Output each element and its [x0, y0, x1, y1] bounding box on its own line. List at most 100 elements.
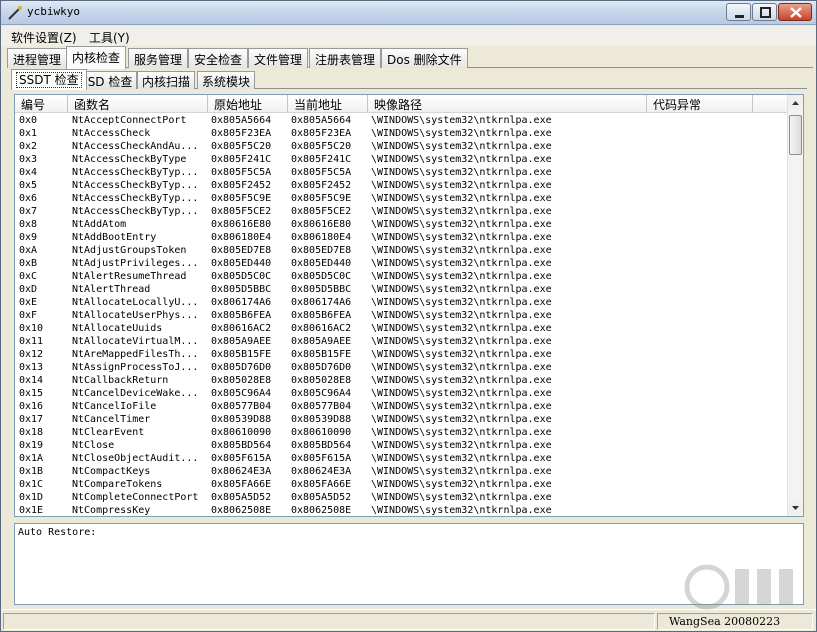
table-row[interactable]: 0xE NtAllocateLocallyU... 0x806174A6 0x8061…: [15, 296, 787, 309]
column-header-function[interactable]: 函数名: [68, 95, 208, 113]
table-row[interactable]: 0x1 NtAccessCheck 0x805F23EA 0x805F23EA \WIN…: [15, 127, 787, 140]
tab-security-check[interactable]: 安全检查: [188, 48, 249, 68]
cell-image-path: \WINDOWS\system32\ntkrnlpa.exe: [371, 414, 552, 425]
table-row[interactable]: 0x18 NtClearEvent 0x80610090 0x80610090 \WIN…: [15, 426, 787, 439]
cell-index: 0x13: [19, 362, 44, 373]
table-row[interactable]: 0x5 NtAccessCheckByTyp... 0x805F2452 0x805F…: [15, 179, 787, 192]
cell-original-address: 0x805F5CE2: [211, 206, 272, 217]
tab-process-manager[interactable]: 进程管理: [7, 48, 68, 68]
cell-original-address: 0x805A5D52: [211, 492, 272, 503]
table-row[interactable]: 0x4 NtAccessCheckByTyp... 0x805F5C5A 0x805F…: [15, 166, 787, 179]
cell-original-address: 0x805B6FEA: [211, 310, 272, 321]
tab-kernel-check[interactable]: 内核检查: [66, 46, 127, 69]
cell-original-address: 0x805BD564: [211, 440, 272, 451]
table-row[interactable]: 0x12 NtAreMappedFilesTh... 0x805B15FE 0x805…: [15, 348, 787, 361]
tab-service-manager[interactable]: 服务管理: [128, 48, 189, 68]
menu-software-settings[interactable]: 软件设置(Z): [11, 29, 77, 46]
cell-current-address: 0x805F5C20: [291, 141, 352, 152]
cell-current-address: 0x805FA66E: [291, 479, 352, 490]
column-header-image-path[interactable]: 映像路径: [368, 95, 647, 113]
cell-original-address: 0x805D5C0C: [211, 271, 272, 282]
cell-original-address: 0x805F2452: [211, 180, 272, 191]
table-row[interactable]: 0x13 NtAssignProcessToJ... 0x805D76D0 0x805…: [15, 361, 787, 374]
table-row[interactable]: 0x3 NtAccessCheckByType 0x805F241C 0x805F24…: [15, 153, 787, 166]
list-header: 编号 函数名 原始地址 当前地址 映像路径 代码异常: [15, 95, 803, 113]
cell-original-address: 0x805A5664: [211, 115, 272, 126]
table-row[interactable]: 0x1E NtCompressKey 0x8062508E 0x8062508E \WI…: [15, 504, 787, 516]
tab-system-modules[interactable]: 系统模块: [197, 71, 256, 89]
table-row[interactable]: 0xC NtAlertResumeThread 0x805D5C0C 0x805D5C…: [15, 270, 787, 283]
table-row[interactable]: 0x1D NtCompleteConnectPort 0x805A5D52 0x805…: [15, 491, 787, 504]
table-row[interactable]: 0x1C NtCompareTokens 0x805FA66E 0x805FA66E \…: [15, 478, 787, 491]
cell-index: 0x3: [19, 154, 38, 165]
table-row[interactable]: 0x19 NtClose 0x805BD564 0x805BD564 \WINDOWS\…: [15, 439, 787, 452]
table-row[interactable]: 0x16 NtCancelIoFile 0x80577B04 0x80577B04 \W…: [15, 400, 787, 413]
column-header-current-address[interactable]: 当前地址: [288, 95, 368, 113]
cell-original-address: 0x805A9AEE: [211, 336, 272, 347]
cell-index: 0x9: [19, 232, 38, 243]
cell-image-path: \WINDOWS\system32\ntkrnlpa.exe: [371, 180, 552, 191]
table-row[interactable]: 0x11 NtAllocateVirtualM... 0x805A9AEE 0x805…: [15, 335, 787, 348]
tab-registry-manager[interactable]: 注册表管理: [309, 48, 382, 68]
table-row[interactable]: 0x10 NtAllocateUuids 0x80616AC2 0x80616AC2 \…: [15, 322, 787, 335]
cell-image-path: \WINDOWS\system32\ntkrnlpa.exe: [371, 245, 552, 256]
table-row[interactable]: 0x1B NtCompactKeys 0x80624E3A 0x80624E3A \WI…: [15, 465, 787, 478]
table-row[interactable]: 0x17 NtCancelTimer 0x80539D88 0x80539D88 \WI…: [15, 413, 787, 426]
table-row[interactable]: 0xA NtAdjustGroupsToken 0x805ED7E8 0x805ED7…: [15, 244, 787, 257]
cell-current-address: 0x805F5CE2: [291, 206, 352, 217]
scroll-up-button[interactable]: [788, 95, 803, 111]
table-row[interactable]: 0x0 NtAcceptConnectPort 0x805A5664 0x805A56…: [15, 114, 787, 127]
table-row[interactable]: 0xD NtAlertThread 0x805D5BBC 0x805D5BBC \WIN…: [15, 283, 787, 296]
tab-ssdt-check[interactable]: SSDT 检查: [11, 69, 87, 90]
maximize-button[interactable]: [752, 3, 777, 21]
menu-tools[interactable]: 工具(Y): [89, 29, 130, 46]
column-header-original-address[interactable]: 原始地址: [208, 95, 288, 113]
cell-image-path: \WINDOWS\system32\ntkrnlpa.exe: [371, 349, 552, 360]
cell-index: 0xF: [19, 310, 38, 321]
cell-index: 0x7: [19, 206, 38, 217]
vertical-scrollbar[interactable]: [787, 95, 803, 516]
table-row[interactable]: 0x14 NtCallbackReturn 0x805028E8 0x805028E8…: [15, 374, 787, 387]
column-header-code-anomaly[interactable]: 代码异常: [647, 95, 753, 113]
cell-image-path: \WINDOWS\system32\ntkrnlpa.exe: [371, 505, 552, 516]
tab-kernel-scan[interactable]: 内核扫描: [137, 71, 196, 89]
title-bar[interactable]: ycbiwkyo: [1, 1, 816, 25]
close-button[interactable]: [778, 3, 812, 21]
column-header-index[interactable]: 编号: [15, 95, 68, 113]
cell-function: NtAlertResumeThread: [72, 271, 187, 282]
cell-original-address: 0x80610090: [211, 427, 272, 438]
table-row[interactable]: 0x2 NtAccessCheckAndAu... 0x805F5C20 0x805F…: [15, 140, 787, 153]
cell-current-address: 0x805C96A4: [291, 388, 352, 399]
cell-original-address: 0x805F5C20: [211, 141, 272, 152]
table-row[interactable]: 0x8 NtAddAtom 0x80616E80 0x80616E80 \WINDOWS…: [15, 218, 787, 231]
table-row[interactable]: 0x7 NtAccessCheckByTyp... 0x805F5CE2 0x805F…: [15, 205, 787, 218]
table-row[interactable]: 0xF NtAllocateUserPhys... 0x805B6FEA 0x805B…: [15, 309, 787, 322]
minimize-button[interactable]: [726, 3, 751, 21]
cell-current-address: 0x805A5D52: [291, 492, 352, 503]
cell-original-address: 0x806180E4: [211, 232, 272, 243]
cell-current-address: 0x805A9AEE: [291, 336, 352, 347]
tab-file-manager[interactable]: 文件管理: [248, 48, 309, 68]
cell-function: NtAllocateUserPhys...: [72, 310, 199, 321]
scroll-down-button[interactable]: [788, 500, 803, 516]
cell-image-path: \WINDOWS\system32\ntkrnlpa.exe: [371, 310, 552, 321]
cell-image-path: \WINDOWS\system32\ntkrnlpa.exe: [371, 258, 552, 269]
table-row[interactable]: 0xB NtAdjustPrivileges... 0x805ED440 0x805E…: [15, 257, 787, 270]
cell-image-path: \WINDOWS\system32\ntkrnlpa.exe: [371, 297, 552, 308]
table-row[interactable]: 0x1A NtCloseObjectAudit... 0x805F615A 0x805…: [15, 452, 787, 465]
cell-image-path: \WINDOWS\system32\ntkrnlpa.exe: [371, 232, 552, 243]
cell-function: NtCompactKeys: [72, 466, 151, 477]
cell-image-path: \WINDOWS\system32\ntkrnlpa.exe: [371, 154, 552, 165]
tab-dos-delete-file[interactable]: Dos 删除文件: [381, 48, 468, 68]
cell-index: 0x17: [19, 414, 44, 425]
cell-original-address: 0x805F615A: [211, 453, 272, 464]
ssdt-list[interactable]: 编号 函数名 原始地址 当前地址 映像路径 代码异常 0x0 NtAcceptCo…: [14, 94, 804, 517]
cell-current-address: 0x805F5C9E: [291, 193, 352, 204]
cell-index: 0xE: [19, 297, 38, 308]
scroll-thumb[interactable]: [789, 115, 802, 155]
cell-function: NtAccessCheckByTyp...: [72, 167, 199, 178]
cell-index: 0xC: [19, 271, 38, 282]
table-row[interactable]: 0x9 NtAddBootEntry 0x806180E4 0x806180E4 \WI…: [15, 231, 787, 244]
table-row[interactable]: 0x15 NtCancelDeviceWake... 0x805C96A4 0x805…: [15, 387, 787, 400]
table-row[interactable]: 0x6 NtAccessCheckByTyp... 0x805F5C9E 0x805F…: [15, 192, 787, 205]
